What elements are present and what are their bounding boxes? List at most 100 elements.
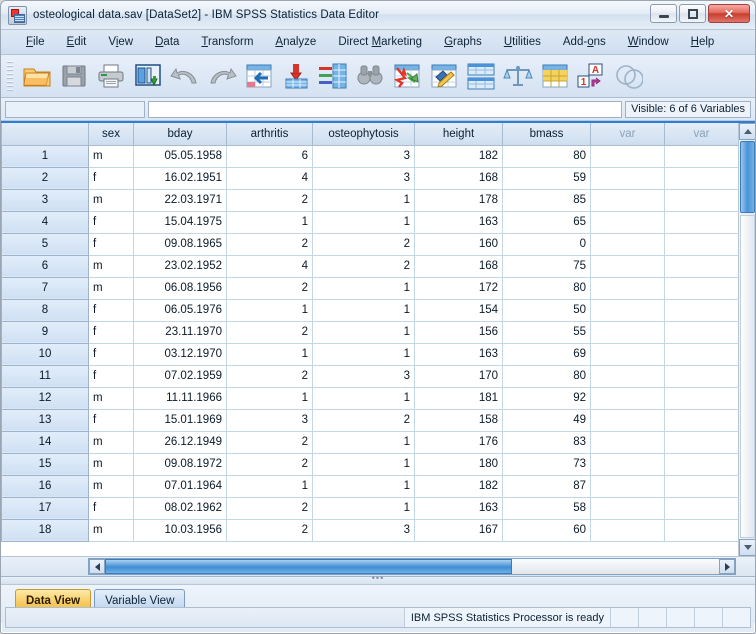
cell-osteophytosis[interactable]: 1: [312, 430, 415, 454]
cell-height[interactable]: 168: [414, 254, 503, 278]
column-header-height[interactable]: height: [414, 123, 503, 146]
cell-osteophytosis[interactable]: 3: [312, 166, 415, 190]
table-row[interactable]: 16 m 07.01.1964 1 1 182 87: [1, 474, 739, 498]
cell-empty-2[interactable]: [664, 386, 739, 410]
cell-sex[interactable]: f: [88, 364, 134, 388]
table-row[interactable]: 7 m 06.08.1956 2 1 172 80: [1, 276, 739, 300]
row-header-cell[interactable]: 16: [1, 474, 89, 498]
cell-bday[interactable]: 08.02.1962: [133, 496, 227, 520]
cell-height[interactable]: 154: [414, 298, 503, 322]
scroll-down-button[interactable]: [739, 539, 755, 556]
use-variable-sets-icon[interactable]: [611, 59, 646, 93]
cell-osteophytosis[interactable]: 1: [312, 276, 415, 300]
row-header-cell[interactable]: 9: [1, 320, 89, 344]
cell-sex[interactable]: f: [88, 166, 134, 190]
cell-empty-1[interactable]: [590, 452, 665, 476]
menu-item-transform[interactable]: Transform: [190, 34, 264, 50]
cell-empty-2[interactable]: [664, 210, 739, 234]
cell-arthritis[interactable]: 6: [226, 144, 313, 168]
cell-bmass[interactable]: 55: [502, 320, 591, 344]
cell-osteophytosis[interactable]: 1: [312, 452, 415, 476]
menu-item-direct-marketing[interactable]: Direct Marketing: [327, 34, 433, 50]
cell-empty-2[interactable]: [664, 342, 739, 366]
row-header-cell[interactable]: 11: [1, 364, 89, 388]
cell-arthritis[interactable]: 2: [226, 452, 313, 476]
table-row[interactable]: 9 f 23.11.1970 2 1 156 55: [1, 320, 739, 344]
cell-empty-1[interactable]: [590, 342, 665, 366]
cell-bday[interactable]: 26.12.1949: [133, 430, 227, 454]
weight-cases-icon[interactable]: [500, 59, 535, 93]
cell-height[interactable]: 182: [414, 474, 503, 498]
maximize-restore-button[interactable]: [679, 4, 706, 23]
cell-arthritis[interactable]: 1: [226, 386, 313, 410]
cell-arthritis[interactable]: 4: [226, 254, 313, 278]
menu-item-graphs[interactable]: Graphs: [433, 34, 493, 50]
grid-corner-cell[interactable]: [1, 123, 89, 146]
cell-arthritis[interactable]: 2: [226, 188, 313, 212]
cell-height[interactable]: 172: [414, 276, 503, 300]
cell-arthritis[interactable]: 2: [226, 364, 313, 388]
vertical-scroll-thumb[interactable]: [740, 141, 755, 213]
cell-bmass[interactable]: 65: [502, 210, 591, 234]
cell-empty-1[interactable]: [590, 210, 665, 234]
cell-arthritis[interactable]: 2: [226, 496, 313, 520]
scroll-right-button[interactable]: [719, 559, 735, 574]
menu-item-utilities[interactable]: Utilities: [493, 34, 552, 50]
cell-empty-1[interactable]: [590, 144, 665, 168]
cell-bday[interactable]: 16.02.1951: [133, 166, 227, 190]
cell-empty-1[interactable]: [590, 474, 665, 498]
cell-name-box[interactable]: [5, 100, 145, 118]
cell-sex[interactable]: m: [88, 452, 134, 476]
cell-bday[interactable]: 06.08.1956: [133, 276, 227, 300]
row-header-cell[interactable]: 1: [1, 144, 89, 168]
cell-bday[interactable]: 07.02.1959: [133, 364, 227, 388]
cell-height[interactable]: 180: [414, 452, 503, 476]
row-header-cell[interactable]: 13: [1, 408, 89, 432]
column-header-var-1[interactable]: var: [590, 123, 665, 146]
cell-sex[interactable]: m: [88, 474, 134, 498]
cell-arthritis[interactable]: 3: [226, 408, 313, 432]
cell-bmass[interactable]: 58: [502, 496, 591, 520]
cell-osteophytosis[interactable]: 3: [312, 144, 415, 168]
print-icon[interactable]: [93, 59, 128, 93]
cell-bmass[interactable]: 80: [502, 276, 591, 300]
column-header-arthritis[interactable]: arthritis: [226, 123, 313, 146]
split-file-icon[interactable]: [463, 59, 498, 93]
table-row[interactable]: 8 f 06.05.1976 1 1 154 50: [1, 298, 739, 322]
cell-sex[interactable]: m: [88, 518, 134, 542]
row-header-cell[interactable]: 10: [1, 342, 89, 366]
cell-empty-2[interactable]: [664, 254, 739, 278]
cell-empty-2[interactable]: [664, 364, 739, 388]
cell-empty-2[interactable]: [664, 430, 739, 454]
cell-osteophytosis[interactable]: 1: [312, 474, 415, 498]
save-icon[interactable]: [56, 59, 91, 93]
table-row[interactable]: 5 f 09.08.1965 2 2 160 0: [1, 232, 739, 256]
cell-osteophytosis[interactable]: 1: [312, 342, 415, 366]
cell-height[interactable]: 170: [414, 364, 503, 388]
cell-arthritis[interactable]: 1: [226, 210, 313, 234]
cell-bmass[interactable]: 80: [502, 364, 591, 388]
cell-value-input[interactable]: [148, 100, 623, 118]
cell-empty-2[interactable]: [664, 474, 739, 498]
table-row[interactable]: 11 f 07.02.1959 2 3 170 80: [1, 364, 739, 388]
table-row[interactable]: 12 m 11.11.1966 1 1 181 92: [1, 386, 739, 410]
cell-bmass[interactable]: 50: [502, 298, 591, 322]
cell-osteophytosis[interactable]: 1: [312, 496, 415, 520]
cell-height[interactable]: 168: [414, 166, 503, 190]
cell-bmass[interactable]: 0: [502, 232, 591, 256]
cell-bday[interactable]: 05.05.1958: [133, 144, 227, 168]
cell-osteophytosis[interactable]: 3: [312, 518, 415, 542]
cell-bmass[interactable]: 83: [502, 430, 591, 454]
cell-empty-1[interactable]: [590, 188, 665, 212]
table-row[interactable]: 2 f 16.02.1951 4 3 168 59: [1, 166, 739, 190]
cell-arthritis[interactable]: 1: [226, 298, 313, 322]
cell-empty-2[interactable]: [664, 298, 739, 322]
insert-variable-icon[interactable]: [426, 59, 461, 93]
cell-bday[interactable]: 09.08.1965: [133, 232, 227, 256]
column-header-sex[interactable]: sex: [88, 123, 134, 146]
cell-bday[interactable]: 10.03.1956: [133, 518, 227, 542]
cell-arthritis[interactable]: 2: [226, 430, 313, 454]
menu-item-add-ons[interactable]: Add-ons: [552, 34, 617, 50]
cell-bmass[interactable]: 80: [502, 144, 591, 168]
cell-empty-2[interactable]: [664, 320, 739, 344]
